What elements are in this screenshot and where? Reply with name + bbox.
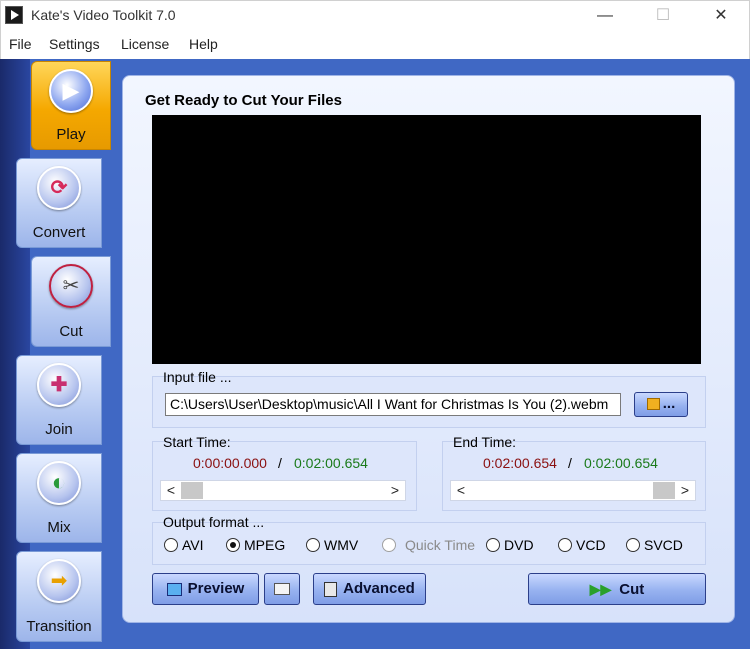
output-format-label: Output format ... [163,514,265,530]
tab-label-mix: Mix [47,519,71,536]
video-preview[interactable] [152,115,701,364]
radio-dot-selected [226,538,240,552]
format-svcd-label: SVCD [644,537,683,553]
puzzle-icon: ✚ [50,374,68,396]
mix-icon: ◐ [51,469,67,496]
start-time-separator: / [278,455,282,471]
tab-label-cut: Cut [59,323,83,340]
tab-join[interactable]: ✚ Join [16,355,102,445]
format-wmv-label: WMV [324,537,359,553]
input-file-field[interactable]: C:\Users\User\Desktop\music\All I Want f… [165,393,621,416]
start-time-value: 0:00:00.000 [193,455,267,471]
advanced-label: Advanced [343,580,415,597]
tab-transition[interactable]: ➡ Transition [16,551,102,642]
tab-cut[interactable]: ✂ Cut [31,256,111,347]
preview-button[interactable]: Preview [152,573,259,605]
end-time-value: 0:02:00.654 [483,455,557,471]
end-total-duration: 0:02:00.654 [584,455,658,471]
close-button[interactable]: ✕ [698,1,744,32]
radio-dot [486,538,500,552]
format-mpeg-label: MPEG [244,537,286,553]
snapshot-button[interactable] [264,573,300,605]
preview-label: Preview [187,580,245,597]
radio-dot [558,538,572,552]
maximize-button[interactable]: ☐ [640,1,686,32]
minimize-button[interactable]: — [582,1,628,32]
fast-forward-icon: ▶▶ [589,581,612,597]
tab-convert[interactable]: ⟳ Convert [16,158,102,248]
filmstrip-icon [274,583,290,595]
tab-label-convert: Convert [32,224,86,241]
tab-label-play: Play [56,126,86,143]
radio-dot-disabled [382,538,396,552]
folder-icon [646,398,660,411]
menu-help[interactable]: Help [189,36,218,52]
menu-file[interactable]: File [9,36,32,52]
tab-mix[interactable]: ◐ Mix [16,453,102,543]
app-icon[interactable] [5,6,23,24]
cut-label: Cut [619,581,645,598]
play-icon: ▶ [62,78,80,103]
radio-dot [306,538,320,552]
page-title: Get Ready to Cut Your Files [145,92,342,109]
tab-label-join: Join [45,421,73,438]
format-vcd-label: VCD [576,537,606,553]
slider-right-arrow-icon[interactable]: > [675,481,695,500]
window-title: Kate's Video Toolkit 7.0 [31,7,176,23]
arrow-right-icon: ➡ [50,570,68,592]
tab-play[interactable]: ▶ Play [31,61,111,150]
cut-button[interactable]: ▶▶ Cut [528,573,706,605]
start-slider-thumb[interactable] [181,482,203,499]
slider-right-arrow-icon[interactable]: > [385,481,405,500]
menu-settings[interactable]: Settings [49,36,100,52]
monitor-icon [166,582,182,596]
start-time-slider[interactable]: < > [160,480,406,501]
menu-bar: File Settings License Help [0,31,750,59]
settings-doc-icon [324,581,338,597]
convert-icon: ⟳ [50,177,68,199]
end-time-separator: / [568,455,572,471]
slider-left-arrow-icon[interactable]: < [161,481,181,500]
end-time-label: End Time: [453,434,517,450]
title-bar: Kate's Video Toolkit 7.0 — ☐ ✕ [0,0,750,31]
radio-dot [626,538,640,552]
browse-label: ... [662,395,676,412]
start-time-label: Start Time: [163,434,231,450]
tab-label-transition: Transition [26,618,92,635]
end-slider-thumb[interactable] [653,482,675,499]
slider-left-arrow-icon[interactable]: < [451,481,471,500]
radio-dot [164,538,178,552]
input-file-label: Input file ... [163,369,232,385]
start-total-duration: 0:02:00.654 [294,455,368,471]
end-time-slider[interactable]: < > [450,480,696,501]
format-avi-label: AVI [182,537,204,553]
format-dvd-label: DVD [504,537,534,553]
menu-license[interactable]: License [121,36,169,52]
browse-button[interactable]: ... [634,392,688,417]
scissors-icon: ✂ [62,275,80,297]
advanced-button[interactable]: Advanced [313,573,426,605]
format-quicktime-label: Quick Time [405,537,476,553]
